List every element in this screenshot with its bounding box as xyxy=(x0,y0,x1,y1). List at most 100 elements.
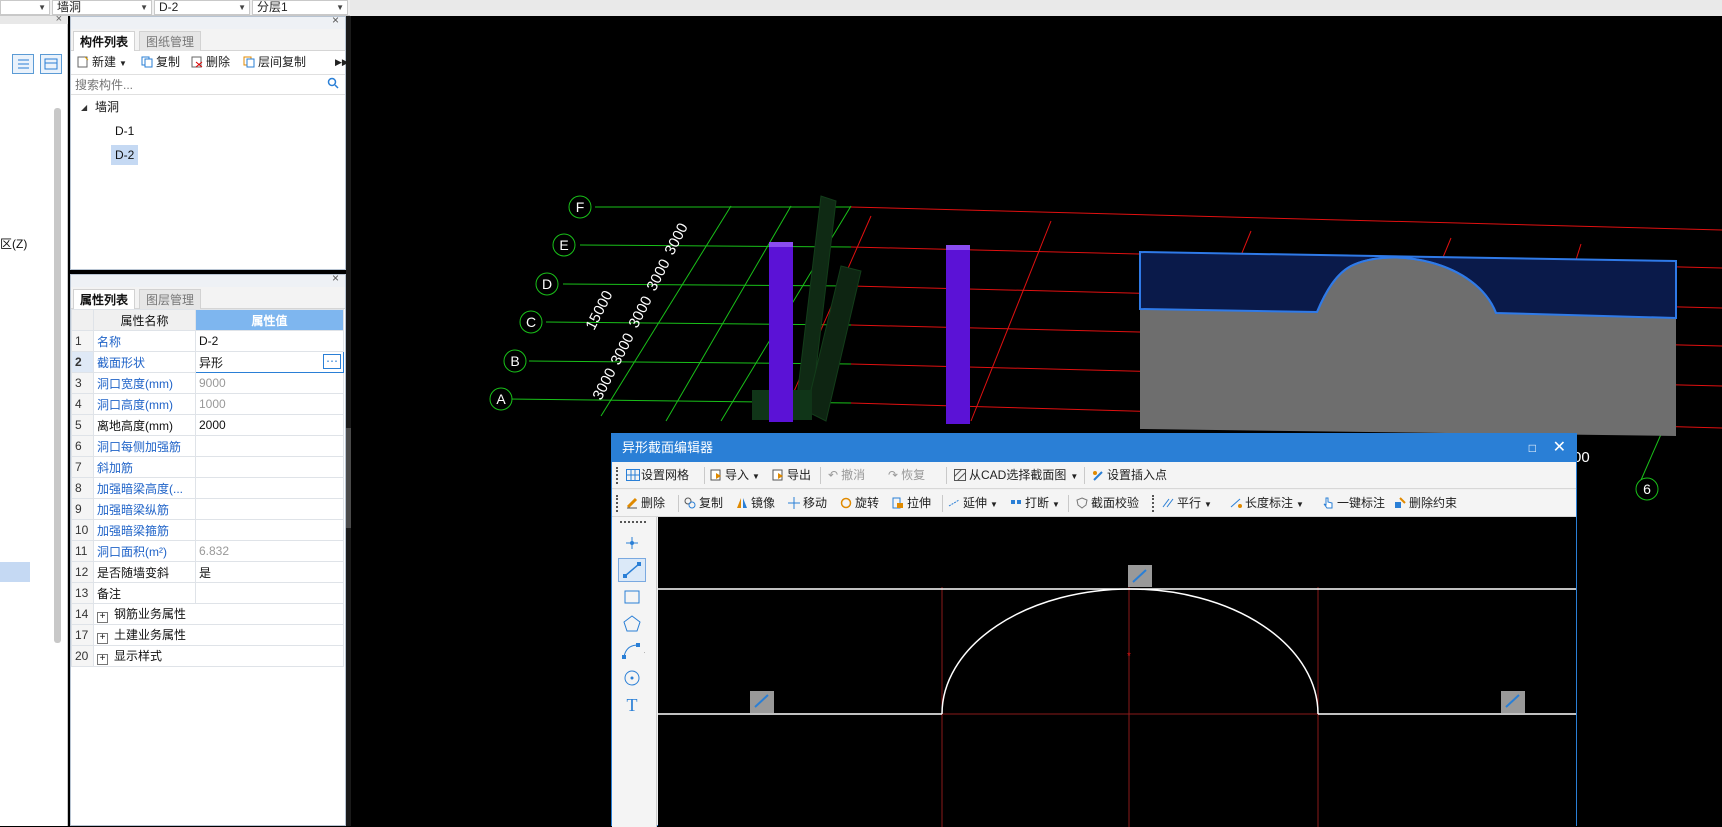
property-value[interactable]: 6.832 xyxy=(195,540,344,562)
property-value[interactable] xyxy=(195,456,344,478)
auto-dim-button[interactable]: 一键标注 xyxy=(1322,490,1385,517)
delete-button[interactable]: 删除 xyxy=(191,51,230,73)
length-dim-button[interactable]: 长度标注 ▼ xyxy=(1230,490,1304,517)
left-handle[interactable] xyxy=(750,691,774,713)
move-button[interactable]: 移动 xyxy=(788,490,827,517)
property-value[interactable] xyxy=(195,435,344,457)
tree-item-d2[interactable]: D-2 xyxy=(111,145,139,165)
import-button[interactable]: 导入 ▼ xyxy=(710,462,760,489)
chevron-down-icon: ▼ xyxy=(119,59,127,68)
property-row[interactable]: 17 + 土建业务属性 xyxy=(71,624,344,646)
property-row[interactable]: 1 名称 D-2 xyxy=(71,330,344,352)
mirror-button[interactable]: 镜像 xyxy=(736,490,775,517)
property-value[interactable] xyxy=(195,477,344,499)
property-value[interactable] xyxy=(195,519,344,541)
selected-wall-with-opening[interactable] xyxy=(1139,250,1677,436)
close-icon[interactable]: ✕ xyxy=(1553,434,1566,462)
property-value[interactable] xyxy=(195,582,344,604)
property-name: + 土建业务属性 xyxy=(93,624,344,646)
ellipsis-button-icon[interactable]: ⋯ xyxy=(323,354,341,369)
rectangle-tool-icon[interactable] xyxy=(618,585,646,609)
property-value[interactable]: 2000 xyxy=(195,414,344,436)
tab-drawing-management[interactable]: 图纸管理 xyxy=(139,31,202,51)
shape-editor-dialog: 异形截面编辑器 □ ✕ 设置网格 导入 ▼ 导出 ↶ 撤消 ↷ 恢复 从CAD选择截面… xyxy=(611,433,1577,827)
component-type-value: 墙洞 xyxy=(57,0,82,14)
redo-button[interactable]: ↷ 恢复 xyxy=(888,462,925,489)
text-tool-icon[interactable]: T xyxy=(618,693,646,717)
nav-item-selected[interactable] xyxy=(0,562,30,582)
insert-point-button[interactable]: 设置插入点 xyxy=(1092,462,1167,489)
property-row[interactable]: 7 斜加筋 xyxy=(71,456,344,478)
property-row[interactable]: 10 加强暗梁箍筋 xyxy=(71,519,344,541)
expand-plus-icon[interactable]: + xyxy=(97,654,108,665)
tree-item-d1[interactable]: D-1 xyxy=(111,121,138,141)
delete-constraint-button[interactable]: 删除约束 xyxy=(1394,490,1457,517)
floor-selector[interactable]: ▼ xyxy=(0,0,50,15)
property-value[interactable]: 1000 xyxy=(195,393,344,415)
copy-label: 复制 xyxy=(156,55,181,69)
property-row[interactable]: 6 洞口每侧加强筋 xyxy=(71,435,344,457)
undo-button[interactable]: ↶ 撤消 xyxy=(828,462,865,489)
property-value[interactable]: D-2 xyxy=(195,330,344,352)
close-icon[interactable]: × xyxy=(332,13,339,27)
nav-item-region[interactable]: 区(Z) xyxy=(0,235,27,252)
property-row[interactable]: 20 + 显示样式 xyxy=(71,645,344,667)
property-row[interactable]: 11 洞口面积(m²) 6.832 xyxy=(71,540,344,562)
line-tool-icon[interactable] xyxy=(618,558,646,582)
property-row[interactable]: 14 + 钢筋业务属性 xyxy=(71,603,344,625)
property-value[interactable] xyxy=(195,498,344,520)
property-row[interactable]: 12 是否随墙变斜是 xyxy=(71,561,344,583)
tree-root-wall-opening[interactable]: 墙洞 xyxy=(91,97,123,117)
break-button[interactable]: 打断 ▼ xyxy=(1010,490,1060,517)
extend-button[interactable]: 延伸 ▼ xyxy=(948,490,998,517)
layer-value: 分层1 xyxy=(257,0,288,14)
property-row[interactable]: 4 洞口高度(mm) 1000 xyxy=(71,393,344,415)
search-icon[interactable] xyxy=(327,77,339,92)
search-input[interactable] xyxy=(73,77,313,93)
section-canvas[interactable]: * xyxy=(658,517,1576,827)
tab-layer-management[interactable]: 图层管理 xyxy=(139,289,202,309)
property-row[interactable]: 2 截面形状 异形 ⋯ xyxy=(71,351,344,373)
list-view-icon[interactable] xyxy=(12,54,34,74)
property-row[interactable]: 13 备注 xyxy=(71,582,344,604)
export-button[interactable]: 导出 xyxy=(772,462,811,489)
cad-select-button[interactable]: 从CAD选择截面图 ▼ xyxy=(953,462,1078,489)
delete-constraint-label: 删除约束 xyxy=(1409,496,1458,510)
property-row[interactable]: 3 洞口宽度(mm) 9000 xyxy=(71,372,344,394)
copy-button[interactable]: 复制 xyxy=(684,490,723,517)
parallel-button[interactable]: 平行 ▼ xyxy=(1162,490,1212,517)
property-value[interactable]: 异形 ⋯ xyxy=(195,351,344,373)
floor-copy-button[interactable]: 层间复制 xyxy=(243,51,306,73)
component-type-selector[interactable]: 墙洞 ▼ xyxy=(52,0,152,15)
property-row[interactable]: 8 加强暗梁高度(... xyxy=(71,477,344,499)
close-icon[interactable]: × xyxy=(56,13,62,25)
collapse-triangle-icon[interactable]: ◢ xyxy=(81,103,87,112)
detail-view-icon[interactable] xyxy=(40,54,62,74)
close-icon[interactable]: × xyxy=(332,271,339,285)
new-button[interactable]: 新建 ▼ xyxy=(77,51,127,73)
tab-component-list[interactable]: 构件列表 xyxy=(73,31,136,51)
import-icon xyxy=(710,464,722,481)
stretch-button[interactable]: 拉伸 xyxy=(892,490,931,517)
point-tool-icon[interactable] xyxy=(618,531,646,555)
rotate-button[interactable]: 旋转 xyxy=(840,490,879,517)
right-handle[interactable] xyxy=(1501,691,1525,713)
expand-plus-icon[interactable]: + xyxy=(97,633,108,644)
property-row[interactable]: 5 离地高度(mm) 2000 xyxy=(71,414,344,436)
maximize-icon[interactable]: □ xyxy=(1529,434,1536,462)
delete-button[interactable]: 删除 xyxy=(626,490,665,517)
grid-setup-button[interactable]: 设置网格 xyxy=(626,462,689,489)
property-row[interactable]: 9 加强暗梁纵筋 xyxy=(71,498,344,520)
polygon-tool-icon[interactable] xyxy=(618,612,646,636)
property-value[interactable]: 是 xyxy=(195,561,344,583)
insert-handle[interactable] xyxy=(1128,565,1152,587)
copy-button[interactable]: 复制 xyxy=(141,51,180,73)
expand-plus-icon[interactable]: + xyxy=(97,612,108,623)
component-selector[interactable]: D-2 ▼ xyxy=(154,0,250,15)
arc-tool-icon[interactable]: ▼ xyxy=(618,639,650,663)
tab-property-list[interactable]: 属性列表 xyxy=(73,289,136,309)
section-check-button[interactable]: 截面校验 xyxy=(1076,490,1139,517)
circle-tool-icon[interactable] xyxy=(618,666,646,690)
scrollbar[interactable] xyxy=(54,108,61,643)
property-value[interactable]: 9000 xyxy=(195,372,344,394)
